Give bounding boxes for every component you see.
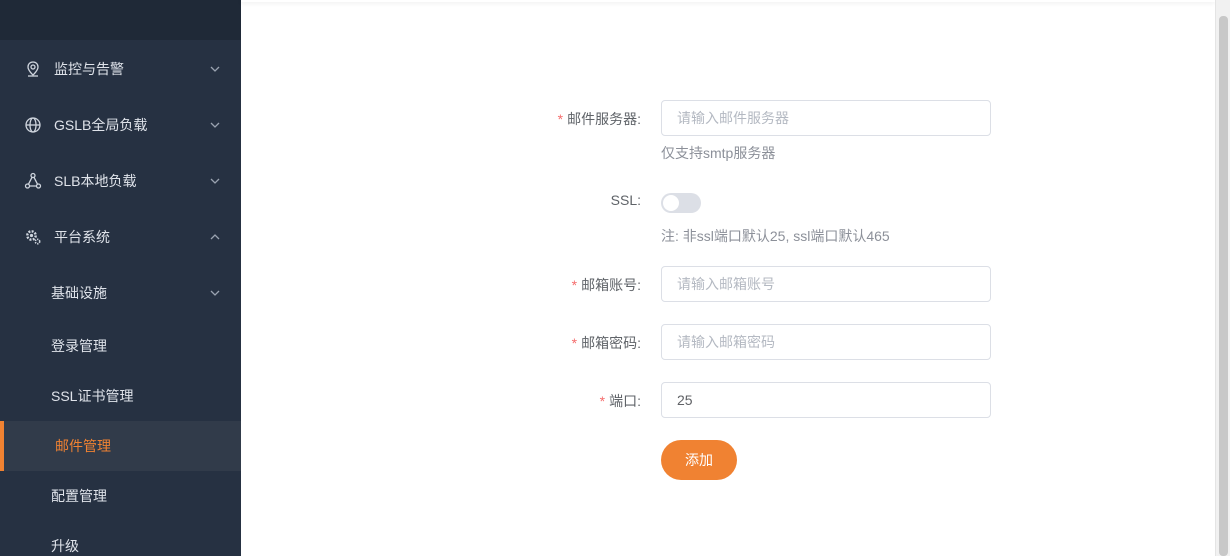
scrollbar-thumb[interactable] [1219,16,1228,556]
submenu-item-login-management[interactable]: 登录管理 [0,321,241,371]
globe-icon [24,116,42,134]
chevron-down-icon [210,66,220,72]
menu-item-platform[interactable]: 平台系统 [0,209,241,265]
menu-item-monitoring[interactable]: 监控与告警 [0,41,241,97]
mail-server-input[interactable] [661,100,991,136]
add-button[interactable]: 添加 [661,440,737,480]
menu-item-label: 监控与告警 [54,61,124,77]
submenu-item-ssl-certificates[interactable]: SSL证书管理 [0,371,241,421]
ssl-label: SSL: [610,192,641,208]
sidebar-header [0,0,241,40]
menu-item-label: GSLB全局负载 [54,117,148,133]
header-shadow [241,0,1215,2]
account-label: * 邮箱账号: [571,277,641,293]
submenu-item-label: SSL证书管理 [51,388,134,404]
submenu-item-label: 邮件管理 [55,438,111,454]
required-mark: * [571,335,578,351]
scrollbar[interactable] [1215,0,1230,556]
chevron-down-icon [210,290,220,296]
submenu-item-mail-management[interactable]: 邮件管理 [0,421,241,471]
sidebar: 监控与告警 GSLB全局负载 SLB本地负载 平台系统 基础设施 登录管理 SS… [0,0,241,556]
required-mark: * [571,277,578,293]
submenu-item-label: 升级 [51,538,79,554]
submenu-item-label: 基础设施 [51,285,107,301]
menu-item-slb[interactable]: SLB本地负载 [0,153,241,209]
ssl-toggle[interactable] [661,193,701,213]
mail-server-label: * 邮件服务器: [557,111,641,127]
port-input[interactable] [661,382,991,418]
gear-icon [24,228,42,246]
email-account-input[interactable] [661,266,991,302]
submenu-item-label: 登录管理 [51,338,107,354]
submenu-item-infrastructure[interactable]: 基础设施 [0,268,241,318]
submenu-item-upgrade[interactable]: 升级 [0,521,241,556]
chevron-down-icon [210,178,220,184]
password-label: * 邮箱密码: [571,335,641,351]
email-password-input[interactable] [661,324,991,360]
submenu-item-label: 配置管理 [51,488,107,504]
chevron-up-icon [210,234,220,240]
mail-server-hint: 仅支持smtp服务器 [661,145,776,161]
network-nodes-icon [24,172,42,190]
location-pin-icon [24,60,42,78]
toggle-knob [663,195,679,211]
menu-item-gslb[interactable]: GSLB全局负载 [0,97,241,153]
ssl-hint: 注: 非ssl端口默认25, ssl端口默认465 [661,228,890,244]
port-label: * 端口: [599,393,641,409]
required-mark: * [599,393,606,409]
required-mark: * [557,111,564,127]
menu-item-label: 平台系统 [54,229,110,245]
submenu-item-config-management[interactable]: 配置管理 [0,471,241,521]
chevron-down-icon [210,122,220,128]
menu-item-label: SLB本地负载 [54,173,137,189]
